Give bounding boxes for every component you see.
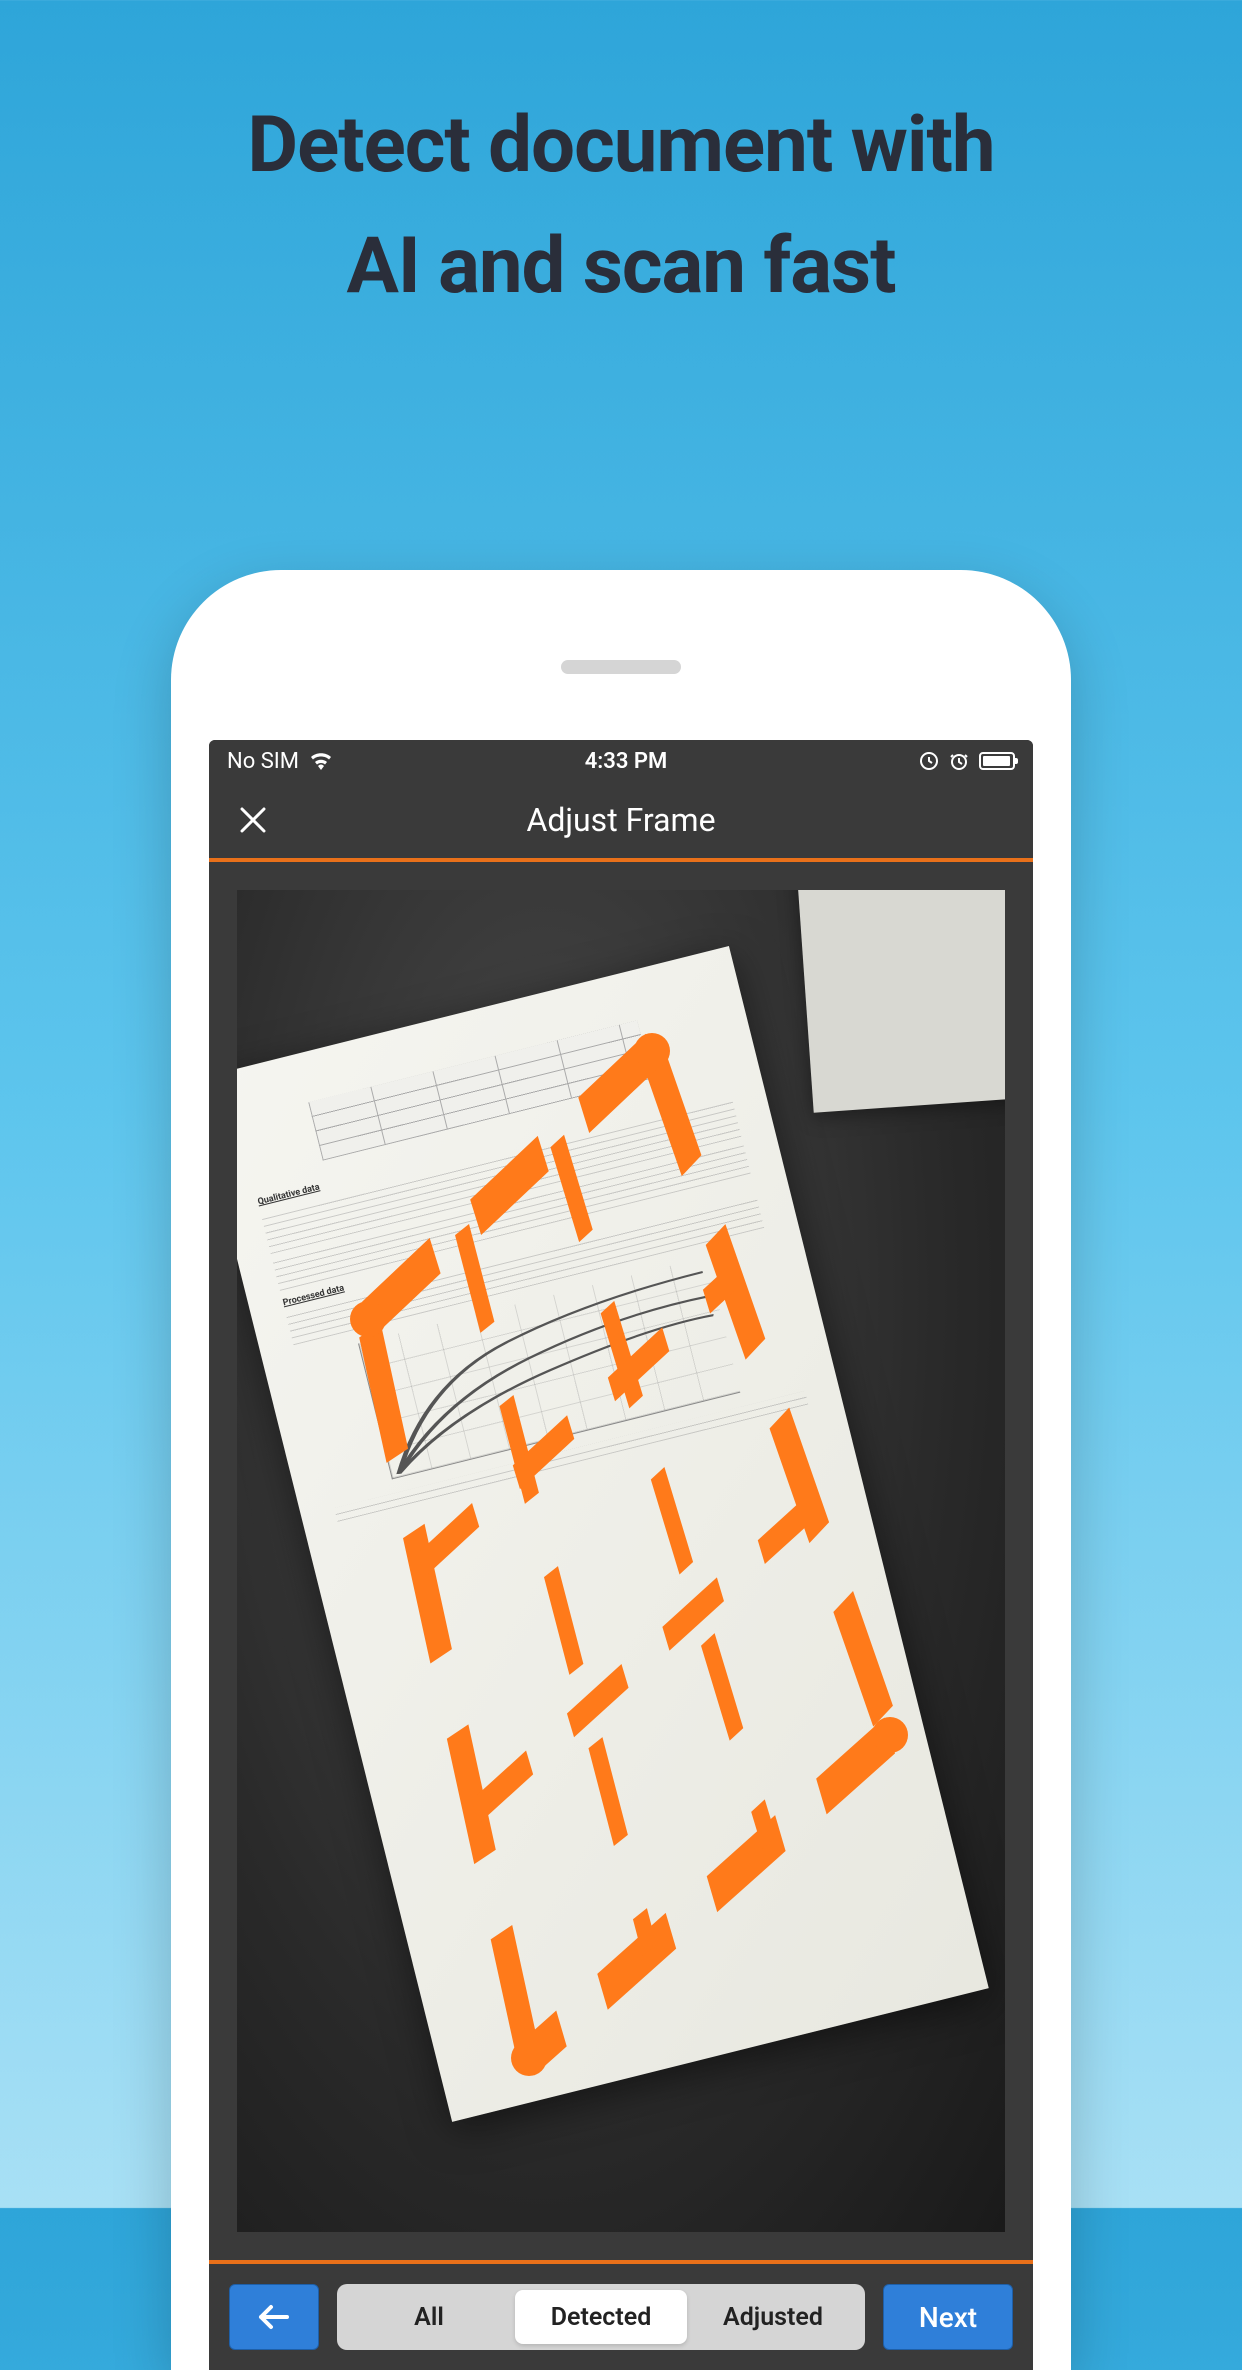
status-carrier: No SIM bbox=[227, 749, 299, 774]
wifi-icon bbox=[309, 752, 333, 770]
preview-area[interactable]: Qualitative data Processed data bbox=[209, 862, 1033, 2260]
alarm-icon bbox=[949, 751, 969, 771]
status-time: 4:33 PM bbox=[585, 749, 668, 774]
background-paper-stack bbox=[797, 890, 1005, 1112]
back-button[interactable] bbox=[229, 2284, 319, 2350]
phone-frame: No SIM 4:33 PM Ad bbox=[171, 570, 1071, 2370]
close-icon bbox=[238, 805, 268, 835]
segment-adjusted[interactable]: Adjusted bbox=[687, 2290, 859, 2344]
hero-line-2: AI and scan fast bbox=[0, 221, 1242, 312]
rotation-lock-icon bbox=[919, 751, 939, 771]
segment-detected[interactable]: Detected bbox=[515, 2290, 687, 2344]
crop-handle-bottom-right[interactable] bbox=[872, 1717, 908, 1753]
next-button[interactable]: Next bbox=[883, 2284, 1013, 2350]
bottom-toolbar: All Detected Adjusted Next bbox=[209, 2260, 1033, 2370]
captured-photo: Qualitative data Processed data bbox=[237, 890, 1005, 2232]
mode-segmented-control: All Detected Adjusted bbox=[337, 2284, 865, 2350]
crop-handle-bottom-left[interactable] bbox=[511, 2040, 547, 2076]
hero-text: Detect document with AI and scan fast bbox=[0, 0, 1242, 312]
page-title: Adjust Frame bbox=[209, 801, 1033, 839]
detected-document: Qualitative data Processed data bbox=[237, 946, 988, 2121]
hero-line-1: Detect document with bbox=[0, 100, 1242, 191]
crop-handle-top-left[interactable] bbox=[350, 1301, 386, 1337]
arrow-left-icon bbox=[257, 2303, 291, 2331]
phone-speaker bbox=[561, 660, 681, 674]
app-screen: No SIM 4:33 PM Ad bbox=[209, 740, 1033, 2370]
battery-icon bbox=[979, 752, 1015, 770]
status-bar: No SIM 4:33 PM bbox=[209, 740, 1033, 782]
crop-handle-top-right[interactable] bbox=[634, 1033, 670, 1069]
close-button[interactable] bbox=[233, 800, 273, 840]
segment-all[interactable]: All bbox=[343, 2290, 515, 2344]
nav-bar: Adjust Frame bbox=[209, 782, 1033, 862]
